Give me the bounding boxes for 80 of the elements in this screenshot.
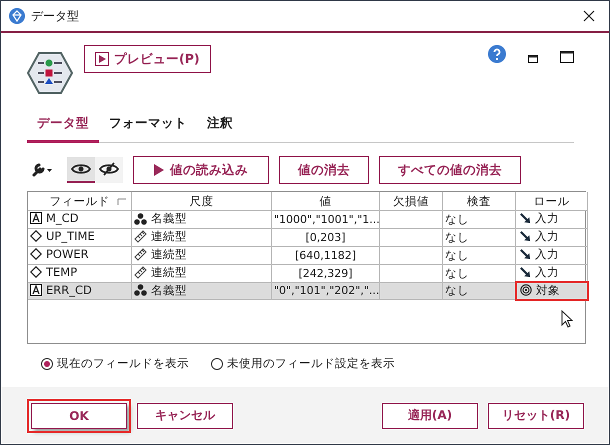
arrow-icon — [520, 231, 531, 242]
cancel-button[interactable]: キャンセル — [137, 402, 233, 428]
eye-toggle[interactable] — [67, 157, 95, 183]
measure-label: 名義型 — [151, 282, 187, 298]
radio-label[interactable]: 現在のフィールドを表示 — [57, 356, 189, 371]
radio-label[interactable]: 未使用のフィールド設定を表示 — [227, 356, 395, 371]
role-label: 対象 — [536, 282, 560, 298]
clear-values-button[interactable]: すべての値の消去 — [379, 156, 521, 184]
apply-button[interactable]: 適用(A) — [382, 402, 478, 428]
check-cell: なし — [445, 266, 469, 280]
measure-label: 連続型 — [151, 247, 187, 262]
values-cell: [242,329] — [298, 266, 353, 280]
diamond-type-icon — [30, 248, 42, 260]
measure-label: 連続型 — [151, 229, 187, 244]
diamond-type-icon — [30, 266, 42, 278]
maximize-panel-icon[interactable] — [560, 51, 574, 63]
three-dots-icon — [134, 284, 147, 296]
check-cell: なし — [445, 212, 469, 226]
tab[interactable]: データ型 — [27, 109, 99, 143]
role-label: 入力 — [535, 247, 559, 262]
column-header[interactable]: 欠損値 — [380, 192, 442, 210]
table-row[interactable]: UP_TIME 連続型 [0,203] なし 入力 — [28, 228, 588, 246]
crossed-eye-icon — [99, 162, 119, 176]
tab[interactable]: フォーマット — [99, 109, 197, 143]
string-type-icon — [30, 284, 42, 296]
values-cell: "1000","1001","1... — [274, 212, 378, 226]
values-cell: [640,1182] — [294, 248, 356, 262]
check-cell: なし — [445, 230, 469, 244]
column-header[interactable]: 尺度 — [132, 192, 272, 210]
table-row[interactable]: ERR_CD 名義型 "0","101","202","... なし 対象 — [28, 282, 588, 300]
preview-button[interactable]: プレビュー(P) — [84, 45, 211, 73]
read-values-button[interactable]: 値の読み込み — [133, 156, 269, 184]
role-label: 入力 — [535, 265, 559, 280]
role-label: 入力 — [535, 229, 559, 244]
play-icon — [95, 52, 109, 66]
hidden-eye-toggle[interactable] — [95, 157, 123, 183]
sort-icon — [117, 198, 127, 206]
field-name: POWER — [46, 247, 89, 261]
column-header[interactable]: 検査 — [442, 192, 516, 210]
node-icon — [27, 52, 73, 94]
role-label: 入力 — [535, 211, 559, 226]
arrow-icon — [520, 213, 531, 224]
app-icon — [9, 8, 25, 24]
ruler-icon — [134, 248, 147, 260]
eye-icon — [71, 162, 91, 176]
column-header[interactable]: 値 — [272, 192, 380, 210]
arrow-icon — [520, 249, 531, 260]
table-row[interactable]: POWER 連続型 [640,1182] なし 入力 — [28, 246, 588, 264]
check-cell: なし — [445, 283, 469, 298]
string-type-icon — [30, 212, 42, 224]
field-name: UP_TIME — [46, 229, 95, 243]
radio-button[interactable] — [41, 358, 53, 370]
ruler-icon — [134, 230, 147, 242]
ruler-icon — [134, 266, 147, 278]
field-name: ERR_CD — [46, 282, 92, 297]
check-cell: なし — [445, 248, 469, 262]
clear-values-button[interactable]: 値の消去 — [279, 156, 369, 184]
measure-label: 連続型 — [151, 265, 187, 280]
mouse-cursor-icon — [561, 310, 573, 328]
field-name: M_CD — [46, 211, 79, 226]
field-name: TEMP — [46, 265, 78, 279]
table-row[interactable]: M_CD 名義型 "1000","1001","1... なし 入力 — [28, 210, 588, 228]
column-header[interactable]: フィールド — [28, 192, 132, 210]
wrench-menu-icon[interactable] — [31, 162, 53, 178]
radio-button[interactable] — [211, 358, 223, 370]
column-header[interactable]: ロール — [516, 192, 588, 210]
close-icon[interactable] — [583, 10, 595, 22]
help-icon[interactable] — [488, 45, 506, 63]
measure-label: 名義型 — [151, 211, 187, 226]
three-dots-icon — [134, 212, 147, 224]
arrow-icon — [520, 267, 531, 278]
window-title: データ型 — [31, 8, 79, 24]
values-cell: "0","101","202","... — [274, 284, 378, 298]
minimize-panel-icon[interactable] — [528, 55, 538, 63]
values-cell: [0,203] — [305, 230, 346, 244]
target-icon — [520, 284, 532, 296]
play-icon — [154, 164, 164, 176]
tab[interactable]: 注釈 — [197, 109, 243, 143]
diamond-type-icon — [30, 230, 42, 242]
reset-button[interactable]: リセット(R) — [488, 402, 584, 428]
